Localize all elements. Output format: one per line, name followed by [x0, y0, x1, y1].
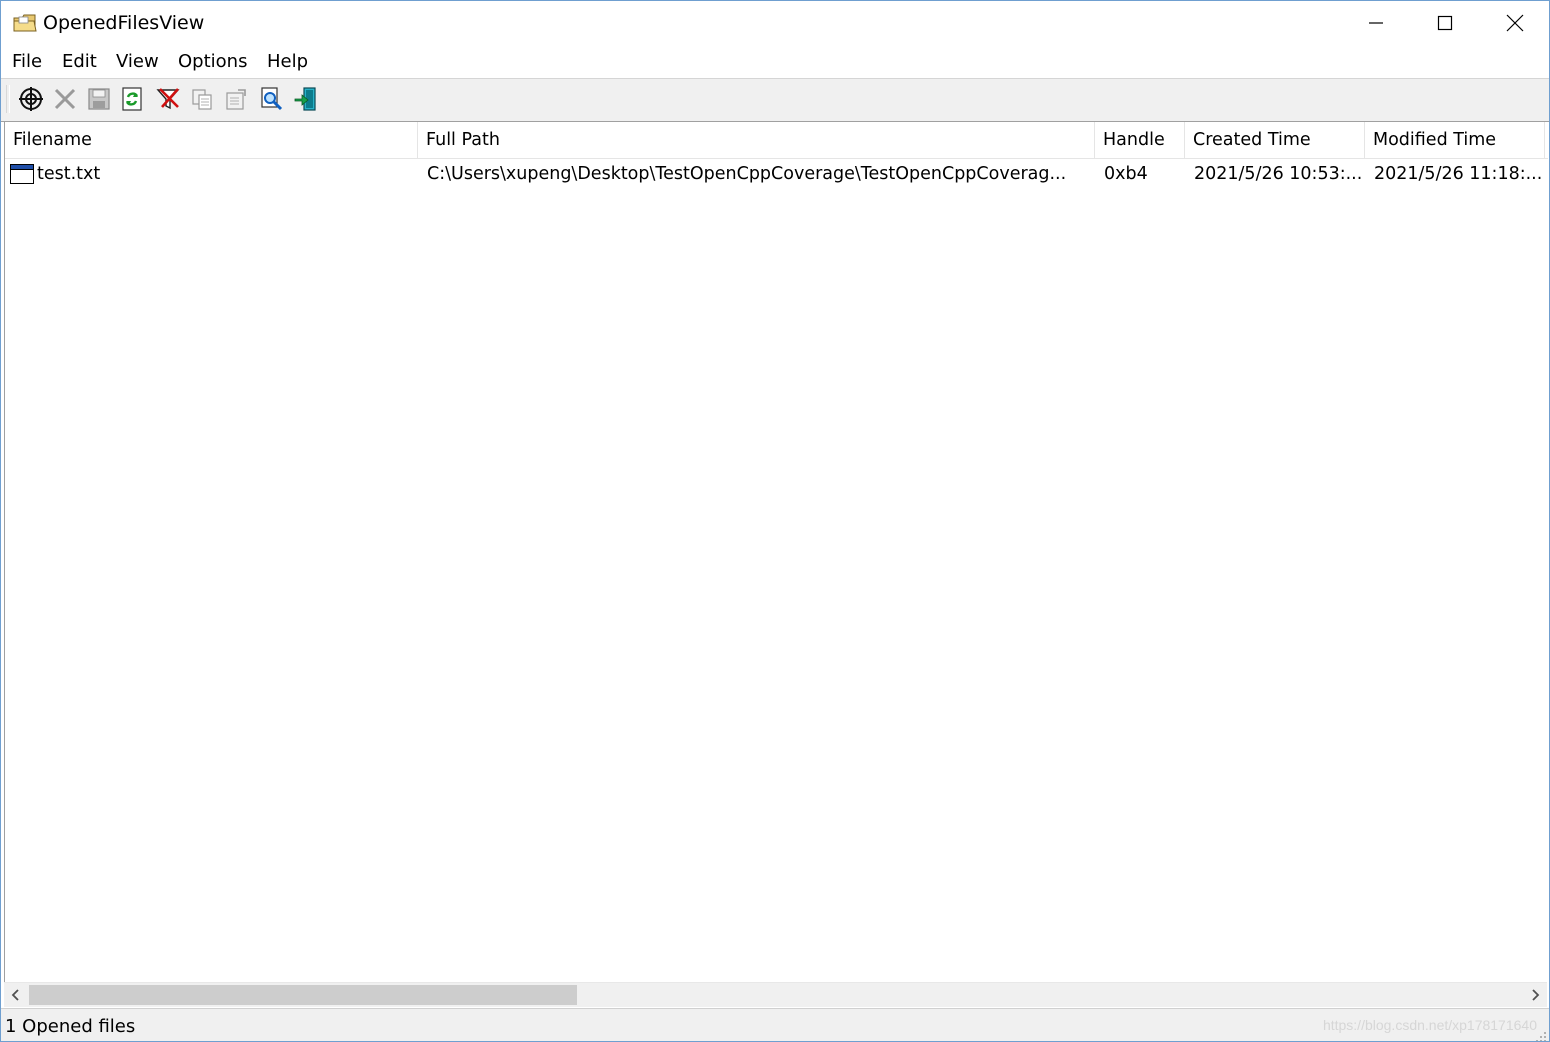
scroll-left-button[interactable]	[4, 983, 28, 1007]
title-bar[interactable]: OpenedFilesView	[1, 1, 1549, 45]
cell-full-path: C:\Users\xupeng\Desktop\TestOpenCppCover…	[427, 164, 1067, 184]
properties-icon	[226, 89, 246, 110]
folder-app-icon	[13, 12, 37, 34]
opened-files-list[interactable]: Filename Full Path Handle Created Time M…	[4, 122, 1548, 1006]
copy-icon	[192, 89, 212, 110]
filter-icon	[156, 88, 180, 110]
filter-button[interactable]	[155, 85, 183, 113]
scrollbar-thumb[interactable]	[29, 985, 577, 1005]
delete-button[interactable]	[51, 85, 79, 113]
menu-file[interactable]: File	[11, 51, 43, 73]
maximize-icon	[1437, 15, 1453, 31]
column-modified-time[interactable]: Modified Time	[1365, 122, 1545, 158]
horizontal-scrollbar[interactable]	[4, 982, 1547, 1007]
menu-options[interactable]: Options	[177, 51, 248, 73]
menu-view[interactable]: View	[115, 51, 160, 73]
menu-bar: File Edit View Options Help	[1, 45, 1549, 77]
copy-button[interactable]	[188, 85, 216, 113]
close-button[interactable]	[1480, 1, 1549, 45]
chevron-right-icon	[1532, 989, 1540, 1001]
status-bar: 1 Opened files https://blog.csdn.net/xp1…	[1, 1008, 1549, 1041]
refresh-icon	[122, 87, 142, 111]
list-header: Filename Full Path Handle Created Time M…	[5, 122, 1548, 159]
exit-button[interactable]	[292, 85, 320, 113]
target-icon	[19, 87, 43, 111]
column-filename[interactable]: Filename	[5, 122, 418, 158]
minimize-button[interactable]	[1341, 1, 1411, 45]
column-handle[interactable]: Handle	[1095, 122, 1185, 158]
menu-help[interactable]: Help	[266, 51, 309, 73]
find-icon	[261, 87, 283, 111]
menu-edit[interactable]: Edit	[61, 51, 98, 73]
column-created-time[interactable]: Created Time	[1185, 122, 1365, 158]
target-button[interactable]	[17, 85, 45, 113]
save-icon	[88, 88, 110, 110]
find-button[interactable]	[258, 85, 286, 113]
cell-modified-time: 2021/5/26 11:18:...	[1374, 164, 1543, 184]
table-row[interactable]: test.txt C:\Users\xupeng\Desktop\TestOpe…	[5, 160, 1548, 188]
minimize-icon	[1369, 22, 1383, 24]
properties-button[interactable]	[222, 85, 250, 113]
refresh-button[interactable]	[118, 85, 146, 113]
scroll-right-button[interactable]	[1523, 983, 1547, 1007]
cell-filename: test.txt	[37, 164, 101, 184]
window-title: OpenedFilesView	[43, 12, 205, 34]
window-file-icon	[10, 164, 34, 184]
close-icon	[1506, 14, 1524, 32]
maximize-button[interactable]	[1410, 1, 1480, 45]
watermark-text: https://blog.csdn.net/xp178171640	[1322, 1017, 1537, 1033]
status-text: 1 Opened files	[5, 1016, 136, 1037]
app-window: OpenedFilesView File Edit View Options H…	[0, 0, 1550, 1042]
toolbar-grip[interactable]	[6, 85, 10, 113]
exit-icon	[294, 87, 316, 111]
column-full-path[interactable]: Full Path	[418, 122, 1095, 158]
delete-icon	[54, 88, 76, 110]
cell-handle: 0xb4	[1104, 164, 1148, 184]
chevron-left-icon	[11, 989, 19, 1001]
toolbar	[1, 78, 1549, 122]
save-button[interactable]	[85, 85, 113, 113]
cell-created-time: 2021/5/26 10:53:...	[1194, 164, 1363, 184]
resize-grip-icon[interactable]	[1535, 1028, 1547, 1041]
